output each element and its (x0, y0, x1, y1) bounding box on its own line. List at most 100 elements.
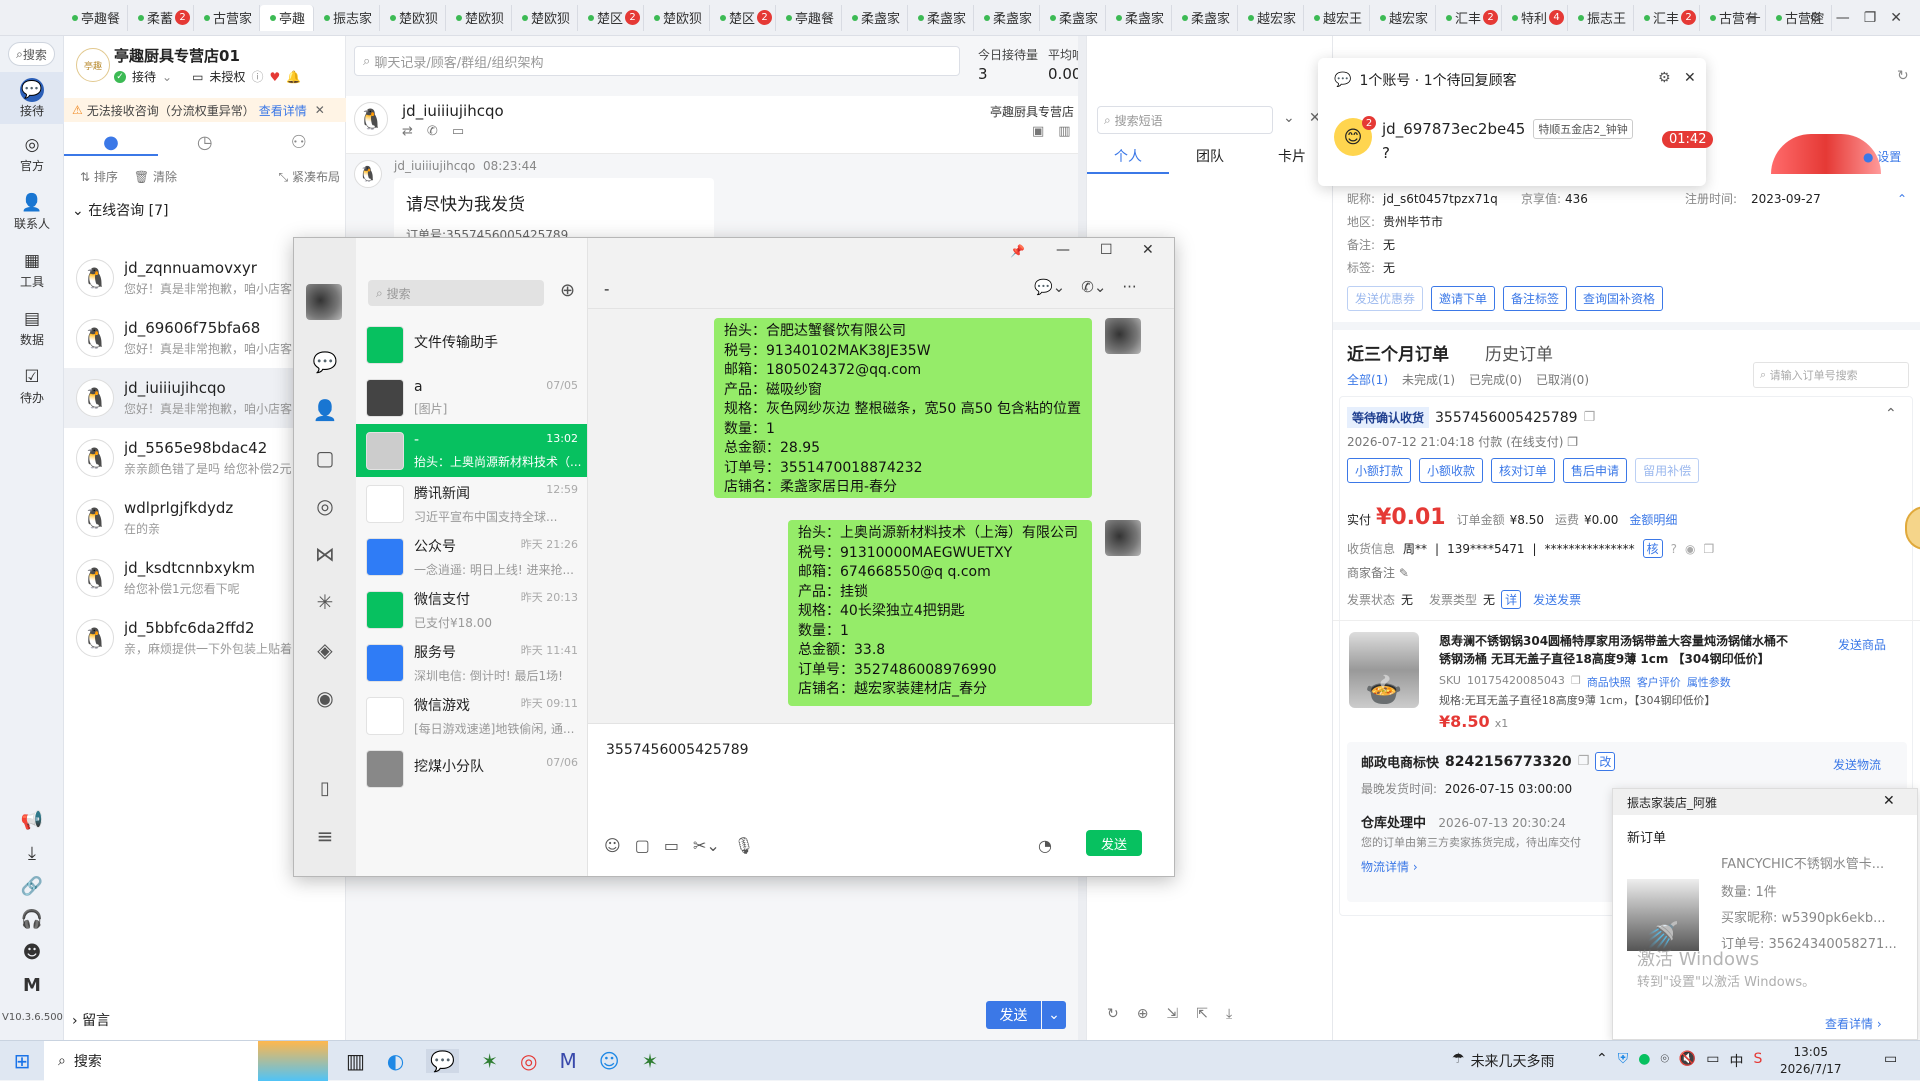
app-star2-icon[interactable]: ✶ (642, 1049, 659, 1073)
wechat-chat-item[interactable]: 挖煤小分队 07/06 (356, 742, 587, 795)
bag-icon[interactable]: ▥ (1058, 124, 1070, 139)
minimize-button[interactable]: — (1056, 242, 1070, 258)
store-tab[interactable]: 越宏王 (1304, 4, 1371, 31)
add-circle-icon[interactable]: ⊕ (1137, 1006, 1149, 1022)
reception-status[interactable]: 接待 (132, 68, 156, 85)
message-input[interactable]: 3557456005425789 ☺ ▢ ▭ ✂⌄ 🎙 ◔ 发送 (588, 723, 1174, 876)
scissors-icon[interactable]: ✂⌄ (693, 836, 720, 855)
users-icon[interactable]: ⚇ (291, 132, 307, 154)
store-tab[interactable]: 特利 4 (1502, 4, 1569, 31)
butterfly-icon[interactable]: ⋈ (294, 530, 356, 578)
folder-icon[interactable]: ▭ (664, 836, 679, 855)
app-red-icon[interactable]: ◎ (520, 1049, 537, 1073)
restore-button[interactable]: ❐ (1864, 10, 1877, 26)
chat-search[interactable]: ⌕ 聊天记录/顾客/群组/组织架构 (354, 46, 960, 76)
logistics-detail-link[interactable]: 物流详情 › (1361, 858, 1418, 875)
nav-data[interactable]: ▤ 数据 (0, 298, 64, 356)
store-tab[interactable]: 柔盏家 (1172, 4, 1239, 31)
sort-button[interactable]: ⇅ 排序 (80, 168, 118, 185)
task-view-icon[interactable]: ▥ (346, 1049, 365, 1073)
nav-tools[interactable]: ▦ 工具 (0, 240, 64, 298)
nav-todo[interactable]: ☑ 待办 (0, 356, 64, 414)
collapse-icon[interactable]: ⌃ (1885, 406, 1897, 422)
store-tab[interactable]: 柔盏家 (842, 4, 909, 31)
app-star-icon[interactable]: ✶ (481, 1049, 498, 1073)
network-icon[interactable]: ▭ (1706, 1051, 1719, 1071)
store-tab[interactable]: 柔盏家 (908, 4, 975, 31)
tab-recent-orders[interactable]: 近三个月订单 (1347, 340, 1449, 365)
store-tab[interactable]: 亭趣餐 (62, 4, 128, 31)
wechat-tray-icon[interactable]: ● (1638, 1051, 1650, 1071)
store-tab[interactable]: 柔盏家 (1040, 4, 1107, 31)
store-tab[interactable]: 汇丰 2 (1436, 4, 1503, 31)
clock-icon[interactable]: ◷ (197, 132, 213, 154)
maximize-button[interactable]: ☐ (1100, 242, 1113, 258)
order-action-button[interactable]: 核对订单 (1491, 458, 1556, 483)
compact-layout-button[interactable]: ⤡ 紧凑布局 (279, 168, 340, 185)
order-action-button[interactable]: 小额打款 (1347, 458, 1412, 483)
tray-up-icon[interactable]: ⌃ (1596, 1051, 1608, 1071)
wechat-chat-item[interactable]: 文件传输助手 (356, 318, 587, 371)
store-tab[interactable]: 越宏家 (1370, 4, 1437, 31)
store-tab[interactable]: 越宏家 (1238, 4, 1305, 31)
export-icon[interactable]: ⇱ (1196, 1006, 1208, 1022)
copy-icon[interactable]: ❐ (1567, 435, 1578, 449)
download-icon[interactable]: ⤓ (1226, 1006, 1232, 1022)
close-icon[interactable]: ✕ (1684, 70, 1696, 86)
settings-icon[interactable]: ⚙ (1658, 70, 1671, 86)
close-icon[interactable]: ✕ (1883, 793, 1895, 809)
wechat-send-button[interactable]: 发送 (1086, 830, 1142, 856)
nav-official[interactable]: ◎ 官方 (0, 124, 64, 182)
customer-action-button[interactable]: 邀请下单 (1431, 286, 1496, 311)
download-icon[interactable]: ⤓ (0, 837, 64, 870)
store-tab[interactable]: 柔盏家 (974, 4, 1041, 31)
import-icon[interactable]: ⇲ (1166, 1006, 1178, 1022)
wechat-taskbar-icon[interactable]: 💬 (426, 1048, 460, 1073)
taskbar-search[interactable]: ⌕ 搜索 (44, 1040, 328, 1081)
aperture-icon[interactable]: ◎ (294, 482, 356, 530)
app-chat-icon[interactable]: ☺ (599, 1049, 620, 1073)
shield-icon[interactable]: ⛨ (1618, 1051, 1629, 1071)
store-tab[interactable]: 振志王 (1568, 4, 1635, 31)
nav-search[interactable]: ⌕ 搜索 (8, 42, 55, 66)
close-button[interactable]: ✕ (1142, 242, 1154, 258)
user-avatar[interactable] (306, 284, 342, 320)
emoji-icon[interactable]: ☺ (604, 836, 621, 855)
store-tab[interactable]: 亭趣餐 (776, 4, 843, 31)
shop-icon[interactable]: ▣ (1032, 124, 1044, 139)
notify-user[interactable]: jd_697873ec2be45 (1382, 120, 1525, 138)
product-title[interactable]: 恩寿澜不锈钢锅304圆桶特厚家用汤锅带盖大容量炖汤锅储水桶不锈钢汤桶 无耳无盖子… (1439, 632, 1789, 668)
store-tab[interactable]: 楚区 2 (710, 4, 777, 31)
attribute-link[interactable]: 属性参数 (1687, 674, 1731, 690)
order-action-button[interactable]: 留用补偿 (1635, 458, 1700, 483)
customer-action-button[interactable]: 查询国补资格 (1575, 286, 1664, 311)
mic-icon[interactable]: 🎙 (734, 836, 754, 855)
toast-detail-link[interactable]: 查看详情 › (1825, 1015, 1882, 1032)
wechat-chat-item[interactable]: 微信支付 昨天 20:13 已支付¥18.00 (356, 583, 587, 636)
clear-button[interactable]: 🗑 清除 (134, 168, 177, 185)
wechat-chat-item[interactable]: -13:02 抬头：上奥尚源新材料技术（... (356, 424, 587, 477)
wechat-chat-item[interactable]: 公众号 昨天 21:26 一念逍遥: 明日上线! 进来抢... (356, 530, 587, 583)
wechat-search[interactable]: ⌕ 搜索 (368, 280, 544, 306)
disc-icon[interactable]: ◉ (294, 674, 356, 722)
nav-contacts[interactable]: 👤 联系人 (0, 182, 64, 240)
notification-icon[interactable]: ▭ (1884, 1051, 1897, 1067)
store-tab[interactable]: 楚欧狈 (446, 4, 513, 31)
customer-action-button[interactable]: 发送优惠券 (1347, 286, 1424, 311)
store-tab[interactable]: 振志家 (314, 4, 381, 31)
phrase-search[interactable]: ⌕ 搜索短语 (1097, 106, 1273, 134)
megaphone-icon[interactable]: 📢 (0, 804, 64, 837)
add-icon[interactable]: ⊕ (560, 280, 575, 301)
copy-icon[interactable]: ❐ (1571, 674, 1581, 690)
store-tab[interactable]: 柔盏家 (1106, 4, 1173, 31)
store-tab[interactable]: 汇丰 2 (1634, 4, 1701, 31)
amount-detail-link[interactable]: 金额明细 (1629, 511, 1677, 528)
add-tab-button[interactable]: ＋ (1748, 8, 1762, 28)
verify-tag[interactable]: 核 (1642, 539, 1663, 558)
online-group-header[interactable]: ⌄ 在线咨询 [7] (72, 200, 168, 220)
note-icon[interactable]: ▭ (452, 124, 464, 139)
link-icon[interactable]: 🔗 (0, 870, 64, 903)
store-tab[interactable]: 楚欧狈 (644, 4, 711, 31)
bluetooth-icon[interactable]: ⌾ (1660, 1051, 1668, 1071)
sparkle-icon[interactable]: ✳ (294, 578, 356, 626)
